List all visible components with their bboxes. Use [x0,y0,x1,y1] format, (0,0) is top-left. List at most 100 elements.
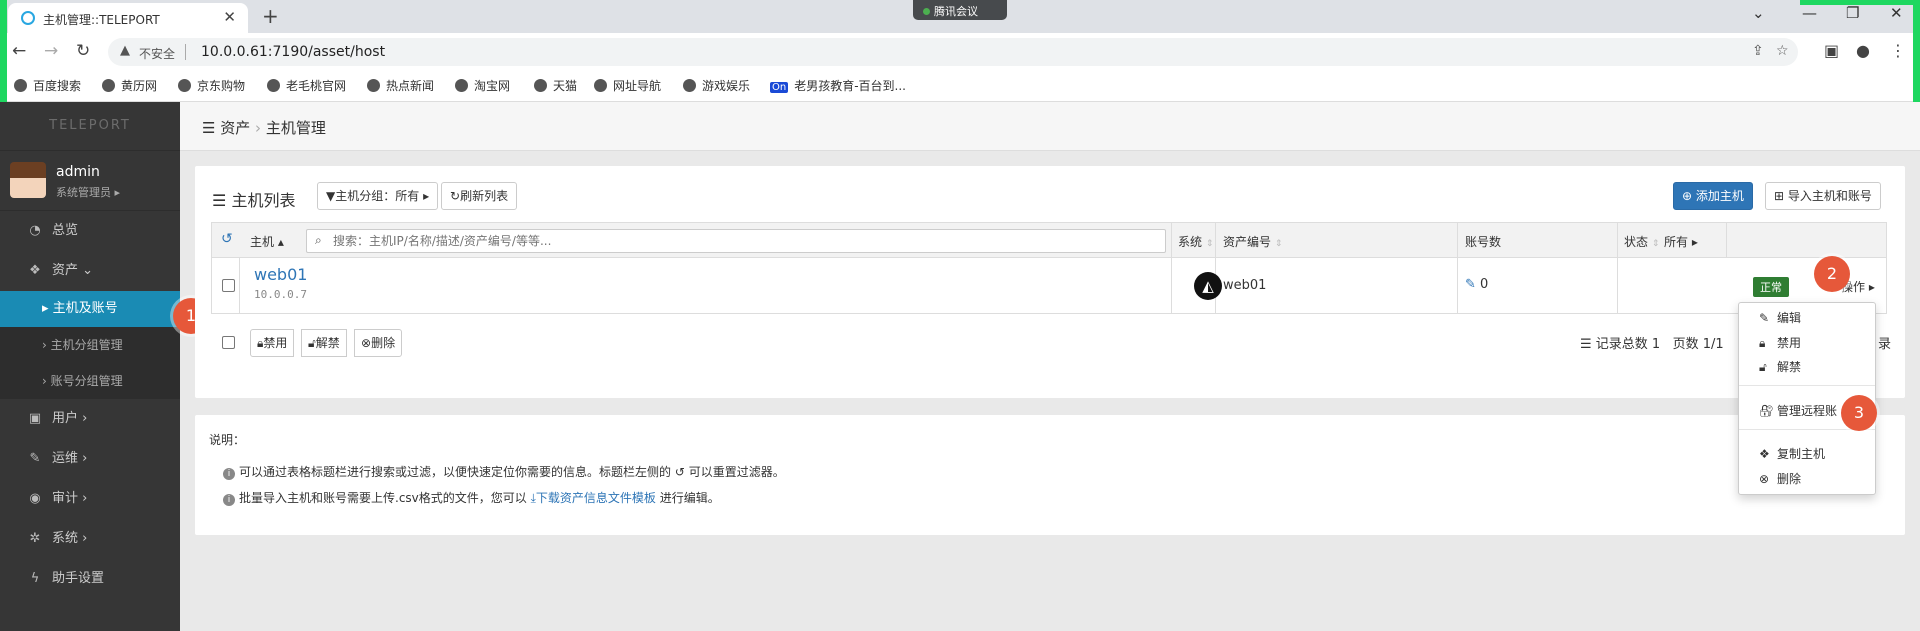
bookmark-item[interactable]: 黄历网 [102,77,157,94]
user-name: admin [56,164,100,180]
menu-item-label: 解禁 [1777,360,1802,374]
note-line-1: i 可以通过表格标题栏进行搜索或过滤，以便快速定位你需要的信息。标题栏左侧的 ↺ … [223,463,785,480]
side-panel-icon[interactable]: ▣ [1824,41,1839,60]
caret-right-icon: ▸ [114,186,121,199]
green-frame-right [1913,0,1920,118]
sidebar-item-label: 账号分组管理 [50,374,123,388]
sidebar-item-users[interactable]: ▣ 用户 › [0,399,180,439]
note-line-2: i 批量导入主机和账号需要上传.csv格式的文件，您可以 ⤓下载资产信息文件模板 … [223,489,720,506]
share-icon[interactable]: ⇪ [1752,43,1764,59]
sidebar-item-system[interactable]: ✲ 系统 › [0,519,180,559]
globe-icon [14,79,27,92]
lock-icon: 🔒︎ [1759,336,1766,350]
sidebar-item-assets[interactable]: ❖ 资产 ⌄ [0,251,180,291]
breadcrumb: ☰ 资产 › 主机管理 [202,117,326,138]
bookmark-star-icon[interactable]: ☆ [1776,43,1789,59]
page-count: 页数 1/1 [1672,337,1724,352]
add-host-button[interactable]: ⊕ 添加主机 [1673,182,1753,210]
panel-title: ☰ 主机列表 [212,187,295,211]
chevron-right-icon: › [82,531,88,546]
note-1-text-end: 可以重置过滤器。 [688,465,785,479]
browser-tab[interactable]: 主机管理::TELEPORT ✕ [8,3,248,33]
breadcrumb-root[interactable]: 资产 [220,119,250,137]
bookmark-item[interactable]: 天猫 [534,77,577,94]
reload-icon[interactable]: ↻ [76,41,90,61]
logo-text: TELEPORT [49,118,131,133]
user-panel[interactable]: admin 系统管理员 ▸ [0,151,180,211]
add-host-label: 添加主机 [1695,189,1744,203]
bookmark-item[interactable]: 游戏娱乐 [683,77,750,94]
sidebar-item-assistant[interactable]: ϟ 助手设置 [0,559,180,599]
avatar [10,162,46,198]
user-role[interactable]: 系统管理员 ▸ [56,184,120,200]
chevron-down-icon: ⌄ [82,263,94,278]
menu-item-delete[interactable]: ⊗ 删除 [1759,470,1801,487]
sidebar-item-host-groups[interactable]: › 主机分组管理 [0,327,180,363]
globe-icon [594,79,607,92]
menu-item-copy-host[interactable]: ❖ 复制主机 [1759,445,1825,462]
on-badge-icon: On [770,82,789,93]
menu-item-edit[interactable]: ✎ 编辑 [1759,309,1801,326]
warning-icon: ▲ [120,43,130,58]
sidebar-item-label: 用户 [52,411,79,426]
refresh-icon: ↻ [450,189,461,203]
sidebar-item-label: 审计 [52,491,79,506]
globe-icon [534,79,547,92]
import-button[interactable]: ⊞ 导入主机和账号 [1765,182,1881,210]
remove-circle-icon: ⊗ [361,336,372,350]
menu-icon[interactable]: ⋮ [1890,41,1906,60]
chevron-right-icon: › [82,491,88,506]
menu-item-unlock[interactable]: 🔓︎ 解禁 [1759,358,1801,375]
bookmark-item[interactable]: 淘宝网 [455,77,510,94]
profile-icon[interactable]: ● [1856,41,1870,60]
close-window-icon[interactable]: ✕ [1890,4,1903,22]
new-tab-icon[interactable]: + [262,4,279,28]
minimize-icon[interactable]: — [1802,4,1817,22]
address-bar[interactable]: ▲ 不安全 10.0.0.61:7190/asset/host ⇪ ☆ [108,38,1798,66]
bookmark-item[interactable]: 百度搜索 [14,77,81,94]
sidebar-item-overview[interactable]: ◔ 总览 [0,211,180,251]
globe-icon [683,79,696,92]
select-all-checkbox[interactable] [222,336,235,349]
url-text: 10.0.0.61:7190/asset/host [201,44,386,60]
menu-item-disable[interactable]: 🔒︎ 禁用 [1759,334,1801,351]
list-icon: ☰ [1580,337,1592,352]
col-divider [212,258,1618,313]
bulk-delete-button[interactable]: ⊗删除 [354,329,403,357]
bookmark-item[interactable]: 网址导航 [594,77,661,94]
bookmark-item[interactable]: 热点新闻 [367,77,434,94]
sidebar-item-hosts-accounts[interactable]: ▸ 主机及账号 [0,291,180,327]
import-label: 导入主机和账号 [1787,189,1872,203]
bookmark-item[interactable]: On 老男孩教育-百台到... [770,77,906,94]
bookmark-item[interactable]: 老毛桃官网 [267,77,346,94]
bulk-unlock-label: 解禁 [315,336,340,350]
bookmark-item[interactable]: 京东购物 [178,77,245,94]
sidebar-item-audit[interactable]: ◉ 审计 › [0,479,180,519]
meeting-label: 腾讯会议 [934,5,978,18]
refresh-list-button[interactable]: ↻刷新列表 [441,182,518,210]
info-icon: i [223,494,235,506]
globe-icon [455,79,468,92]
bulk-disable-button[interactable]: 🔒︎禁用 [250,329,295,357]
sidebar-item-account-groups[interactable]: › 账号分组管理 [0,363,180,399]
meeting-dot-icon [923,8,930,15]
menu-item-manage-accounts[interactable]: 🔐︎ 管理远程账 [1759,402,1837,419]
bulk-unlock-button[interactable]: 🔓︎解禁 [301,329,347,357]
group-filter-button[interactable]: ▼主机分组：所有 ▸ [317,182,439,210]
caret-right-icon: › [42,338,47,352]
download-template-link[interactable]: ⤓下载资产信息文件模板 [531,491,656,505]
sidebar-item-ops[interactable]: ✎ 运维 › [0,439,180,479]
linux-icon: ◭ [1194,272,1222,300]
meeting-indicator[interactable]: 腾讯会议 [913,0,1007,20]
page-header: ☰ 资产 › 主机管理 [180,102,1920,151]
forward-icon[interactable]: → [44,41,58,61]
back-icon[interactable]: ← [12,41,26,61]
close-tab-icon[interactable]: ✕ [223,8,236,26]
unlock-icon: 🔓︎ [1759,360,1767,374]
server-icon: ☰ [202,119,216,137]
tab-search-icon[interactable]: ⌄ [1752,4,1765,22]
bulk-disable-label: 禁用 [263,336,288,350]
undo-icon: ↺ [674,465,685,479]
bolt-icon: ϟ [30,571,40,586]
restore-icon[interactable]: ❐ [1846,4,1859,22]
